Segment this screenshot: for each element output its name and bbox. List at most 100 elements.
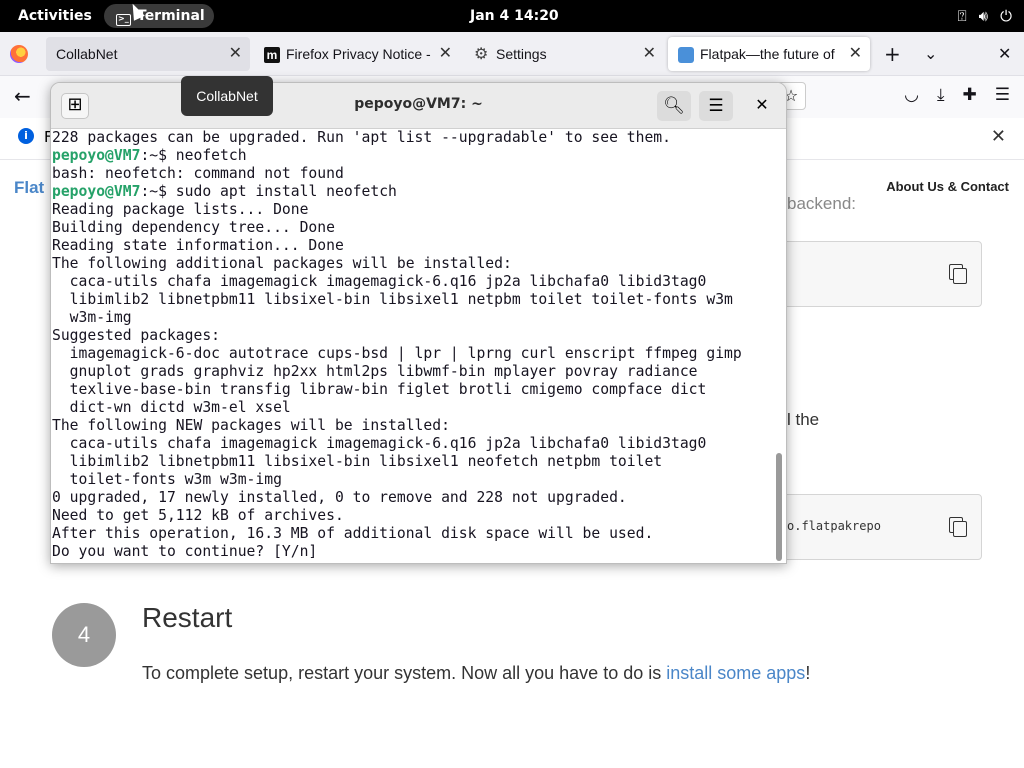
terminal-line-text: Reading state information... Done — [52, 237, 344, 254]
pocket-icon[interactable]: ◡ — [904, 85, 919, 105]
clock-button[interactable]: Jan 4 14:20 — [470, 4, 559, 28]
terminal-line-text: libimlib2 libnetpbm11 libsixel-bin libsi… — [52, 291, 733, 308]
activities-button[interactable]: Activities — [10, 4, 100, 28]
list-all-tabs-button[interactable]: ⌄ — [924, 37, 937, 71]
terminal-line: Reading package lists... Done — [52, 201, 773, 219]
terminal-line: texlive-base-bin transfig libraw-bin fig… — [52, 381, 773, 399]
terminal-line: 228 packages can be upgraded. Run 'apt l… — [52, 129, 773, 147]
search-button[interactable]: 🔍︎ — [657, 91, 691, 121]
close-tab-icon[interactable]: ✕ — [643, 37, 656, 71]
site-logo[interactable]: Flat — [14, 178, 44, 198]
terminal-line: imagemagick-6-doc autotrace cups-bsd | l… — [52, 345, 773, 363]
tab-privacy-notice[interactable]: m Firefox Privacy Notice - ✕ — [254, 37, 460, 71]
terminal-line: Building dependency tree... Done — [52, 219, 773, 237]
menu-button[interactable]: ☰ — [699, 91, 733, 121]
step-description: To complete setup, restart your system. … — [142, 663, 810, 684]
flatpak-icon — [678, 47, 694, 64]
extensions-icon[interactable]: ✚ — [963, 85, 977, 105]
volume-icon[interactable]: 🔊︎ — [979, 7, 988, 25]
terminal-line: w3m-img — [52, 309, 773, 327]
terminal-line-text: toilet-fonts w3m w3m-img — [52, 471, 282, 488]
terminal-prompt: pepoyo@VM7 — [52, 147, 141, 164]
info-icon: i — [18, 128, 34, 144]
terminal-line-text: Do you want to continue? [Y/n] — [52, 543, 318, 560]
terminal-line: bash: neofetch: command not found — [52, 165, 773, 183]
tab-flatpak[interactable]: Flatpak—the future of ✕ — [668, 37, 870, 71]
terminal-line-text: :~$ sudo apt install neofetch — [140, 183, 397, 200]
terminal-line-text: 0 upgraded, 17 newly installed, 0 to rem… — [52, 489, 627, 506]
step-title: Restart — [142, 602, 233, 633]
close-icon: ✕ — [755, 95, 769, 114]
firefox-icon[interactable] — [10, 45, 28, 63]
code-box-1 — [770, 241, 982, 307]
top-bar: Activities >_ Terminal Jan 4 14:20 ⍰ 🔊︎ ⏻ — [0, 0, 1024, 32]
terminal-line: dict-wn dictd w3m-el xsel — [52, 399, 773, 417]
install-apps-link[interactable]: install some apps — [666, 663, 805, 683]
close-notification-icon[interactable]: ✕ — [991, 126, 1006, 147]
terminal-line-text: Reading package lists... Done — [52, 201, 309, 218]
terminal-line: The following NEW packages will be insta… — [52, 417, 773, 435]
terminal-line-text: The following additional packages will b… — [52, 255, 512, 272]
terminal-line-text: 228 packages can be upgraded. Run 'apt l… — [52, 129, 671, 146]
about-us-link[interactable]: About Us & Contact — [886, 179, 1009, 194]
close-window-button[interactable]: ✕ — [998, 37, 1011, 71]
terminal-line: gnuplot grads graphviz hp2xx html2ps lib… — [52, 363, 773, 381]
system-tray[interactable]: ⍰ 🔊︎ ⏻ — [958, 4, 1012, 28]
close-tab-icon[interactable]: ✕ — [849, 37, 862, 71]
code-box-2: o.flatpakrepo — [770, 494, 982, 560]
terminal-header-bar[interactable]: ⊞ pepoyo@VM7: ~ 🔍︎ ☰ ✕ — [51, 83, 786, 129]
terminal-line: Need to get 5,112 kB of archives. — [52, 507, 773, 525]
terminal-line: toilet-fonts w3m w3m-img — [52, 471, 773, 489]
terminal-line: pepoyo@VM7:~$ sudo apt install neofetch — [52, 183, 773, 201]
mozilla-icon: m — [264, 47, 280, 64]
tab-label: Firefox Privacy Notice - — [286, 46, 431, 62]
step-number-badge: 4 — [52, 603, 116, 667]
gear-icon: ⚙ — [474, 46, 489, 64]
close-terminal-button[interactable]: ✕ — [750, 94, 774, 118]
terminal-line: 0 upgraded, 17 newly installed, 0 to rem… — [52, 489, 773, 507]
step-desc-suffix: ! — [805, 663, 811, 683]
terminal-line-text: imagemagick-6-doc autotrace cups-bsd | l… — [52, 345, 742, 362]
tab-label: CollabNet — [56, 46, 118, 62]
terminal-line-text: The following NEW packages will be insta… — [52, 417, 450, 434]
close-tab-icon[interactable]: ✕ — [229, 37, 242, 71]
close-tab-icon[interactable]: ✕ — [439, 37, 452, 71]
tab-collabnet[interactable]: CollabNet ✕ — [46, 37, 250, 71]
copy-icon[interactable] — [949, 517, 967, 537]
power-icon[interactable]: ⏻ — [1000, 7, 1012, 25]
terminal-output[interactable]: 228 packages can be upgraded. Run 'apt l… — [51, 129, 773, 563]
back-arrow-icon[interactable]: ← — [14, 84, 31, 108]
terminal-line: caca-utils chafa imagemagick imagemagick… — [52, 435, 773, 453]
terminal-line-text: caca-utils chafa imagemagick imagemagick… — [52, 273, 707, 290]
accessibility-icon[interactable]: ⍰ — [958, 7, 967, 25]
terminal-window[interactable]: ⊞ pepoyo@VM7: ~ 🔍︎ ☰ ✕ 228 packages can … — [50, 82, 787, 564]
terminal-line-text: caca-utils chafa imagemagick imagemagick… — [52, 435, 707, 452]
terminal-scrollbar[interactable] — [776, 453, 782, 561]
downloads-icon[interactable]: ⤓ — [937, 85, 945, 105]
step-desc-text: To complete setup, restart your system. … — [142, 663, 667, 683]
terminal-line-text: bash: neofetch: command not found — [52, 165, 344, 182]
tab-label: Flatpak—the future of — [700, 46, 835, 62]
tab-tooltip: CollabNet — [181, 76, 273, 116]
backend-text: backend: — [787, 194, 856, 213]
app-menu-button[interactable]: >_ Terminal — [104, 4, 214, 28]
copy-icon[interactable] — [949, 264, 967, 284]
terminal-line-text: After this operation, 16.3 MB of additio… — [52, 525, 654, 542]
new-tab-button[interactable]: + — [884, 37, 901, 71]
terminal-line: Reading state information... Done — [52, 237, 773, 255]
terminal-line: libimlib2 libnetpbm11 libsixel-bin libsi… — [52, 291, 773, 309]
terminal-line-text: Building dependency tree... Done — [52, 219, 335, 236]
terminal-line-text: gnuplot grads graphviz hp2xx html2ps lib… — [52, 363, 698, 380]
terminal-line: After this operation, 16.3 MB of additio… — [52, 525, 773, 543]
hamburger-menu-icon[interactable]: ☰ — [995, 85, 1010, 105]
tab-label: Settings — [496, 46, 547, 62]
terminal-line: The following additional packages will b… — [52, 255, 773, 273]
terminal-line-text: Need to get 5,112 kB of archives. — [52, 507, 344, 524]
terminal-line-text: Suggested packages: — [52, 327, 221, 344]
terminal-line: pepoyo@VM7:~$ neofetch — [52, 147, 773, 165]
terminal-prompt: pepoyo@VM7 — [52, 183, 141, 200]
terminal-line-text: w3m-img — [52, 309, 132, 326]
code-text: o.flatpakrepo — [787, 519, 881, 533]
app-name: Terminal — [137, 8, 205, 24]
tab-settings[interactable]: ⚙ Settings ✕ — [464, 37, 664, 71]
